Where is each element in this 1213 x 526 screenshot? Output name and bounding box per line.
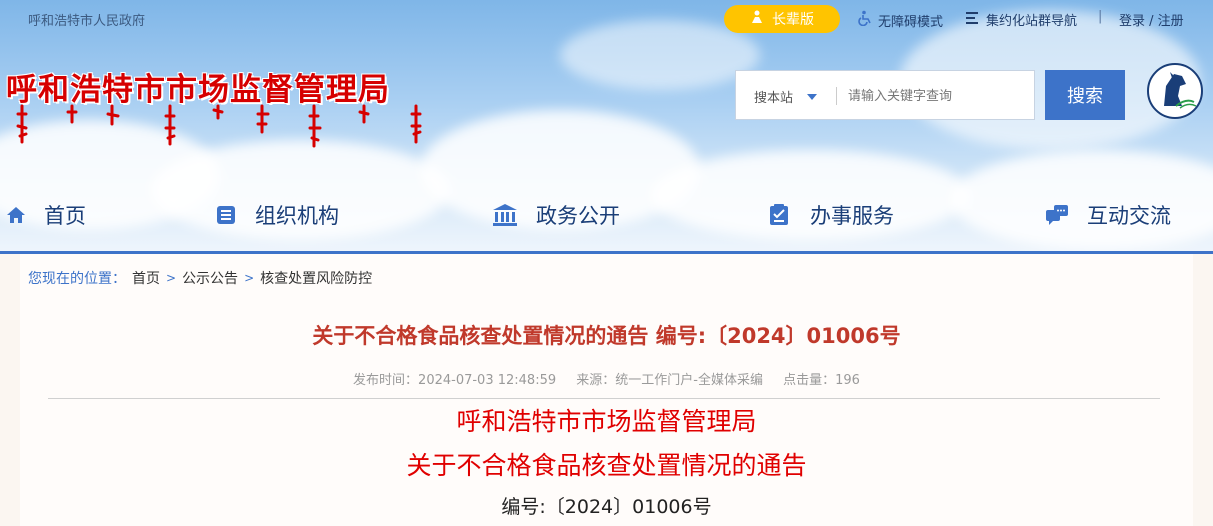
nav-item-services[interactable]: 办事服务 bbox=[768, 200, 894, 230]
service-form-icon bbox=[768, 203, 792, 227]
search-scope-label: 搜本站 bbox=[754, 91, 794, 106]
chat-icon bbox=[1045, 204, 1069, 226]
nav-item-label: 办事服务 bbox=[810, 204, 894, 228]
article-divider bbox=[48, 398, 1160, 399]
search-scope-dropdown[interactable]: 搜本站 bbox=[754, 87, 818, 106]
breadcrumb-current[interactable]: 核查处置风险防控 bbox=[260, 268, 372, 288]
wheelchair-icon bbox=[857, 10, 873, 30]
article-meta: 发布时间：2024-07-03 12:48:59 来源：统一工作门户-全媒体采编… bbox=[0, 369, 1213, 388]
org-icon bbox=[215, 204, 237, 226]
publish-time: 发布时间：2024-07-03 12:48:59 bbox=[353, 373, 557, 388]
elder-mode-label: 长辈版 bbox=[772, 12, 814, 28]
nav-item-gov-affairs[interactable]: 政务公开 bbox=[492, 200, 620, 230]
site-cluster-nav-label: 集约化站群导航 bbox=[986, 14, 1078, 29]
caret-down-icon bbox=[807, 89, 818, 104]
breadcrumb-arrow: > bbox=[244, 271, 255, 285]
topbar-separator: | bbox=[1098, 9, 1103, 24]
breadcrumb-home[interactable]: 首页 bbox=[132, 268, 160, 288]
horse-emblem-icon bbox=[1147, 63, 1203, 119]
nav-item-interaction[interactable]: 互动交流 bbox=[1045, 200, 1171, 230]
view-count: 点击量：196 bbox=[783, 373, 860, 388]
accessibility-link[interactable]: 无障碍模式 bbox=[857, 10, 943, 30]
search-button[interactable]: 搜索 bbox=[1045, 70, 1125, 120]
accessibility-label: 无障碍模式 bbox=[878, 14, 944, 30]
breadcrumb-label: 您现在的位置： bbox=[28, 271, 126, 287]
breadcrumb-arrow: > bbox=[166, 271, 177, 285]
search-box: 搜本站 bbox=[735, 70, 1035, 120]
article-title: 关于不合格食品核查处置情况的通告 编号:〔2024〕01006号 bbox=[312, 324, 901, 348]
nav-item-label: 组织机构 bbox=[255, 204, 339, 228]
elder-mode-button[interactable]: 长辈版 bbox=[724, 5, 840, 33]
government-building-icon bbox=[492, 203, 518, 227]
nav-item-label: 首页 bbox=[44, 204, 86, 228]
breadcrumb: 您现在的位置： 首页 > 公示公告 > 核查处置风险防控 bbox=[28, 268, 372, 288]
article-source: 来源：统一工作门户-全媒体采编 bbox=[576, 373, 763, 388]
breadcrumb-announcements[interactable]: 公示公告 bbox=[182, 268, 238, 288]
site-cluster-nav-link[interactable]: 集约化站群导航 bbox=[965, 10, 1077, 29]
home-icon bbox=[6, 205, 26, 225]
nav-item-label: 政务公开 bbox=[536, 204, 620, 228]
body-heading-line2: 关于不合格食品核查处置情况的通告 bbox=[406, 451, 807, 480]
nav-item-org[interactable]: 组织机构 bbox=[215, 200, 339, 230]
search-divider bbox=[836, 87, 837, 105]
body-document-number: 编号:〔2024〕01006号 bbox=[501, 496, 712, 518]
article-panel bbox=[20, 254, 1193, 526]
mongolian-script-logo bbox=[16, 104, 422, 148]
list-icon bbox=[965, 11, 981, 29]
body-heading-line1: 呼和浩特市市场监督管理局 bbox=[456, 407, 757, 436]
nav-item-label: 互动交流 bbox=[1087, 204, 1171, 228]
search-input[interactable] bbox=[848, 81, 1026, 111]
nav-item-home[interactable]: 首页 bbox=[6, 200, 86, 230]
gov-home-link[interactable]: 呼和浩特市人民政府 bbox=[28, 10, 145, 29]
main-nav: 首页 组织机构 政务公开 办事服务 互动交流 bbox=[0, 196, 1213, 234]
elder-person-icon bbox=[750, 10, 764, 28]
login-register-link[interactable]: 登录 / 注册 bbox=[1119, 10, 1184, 29]
